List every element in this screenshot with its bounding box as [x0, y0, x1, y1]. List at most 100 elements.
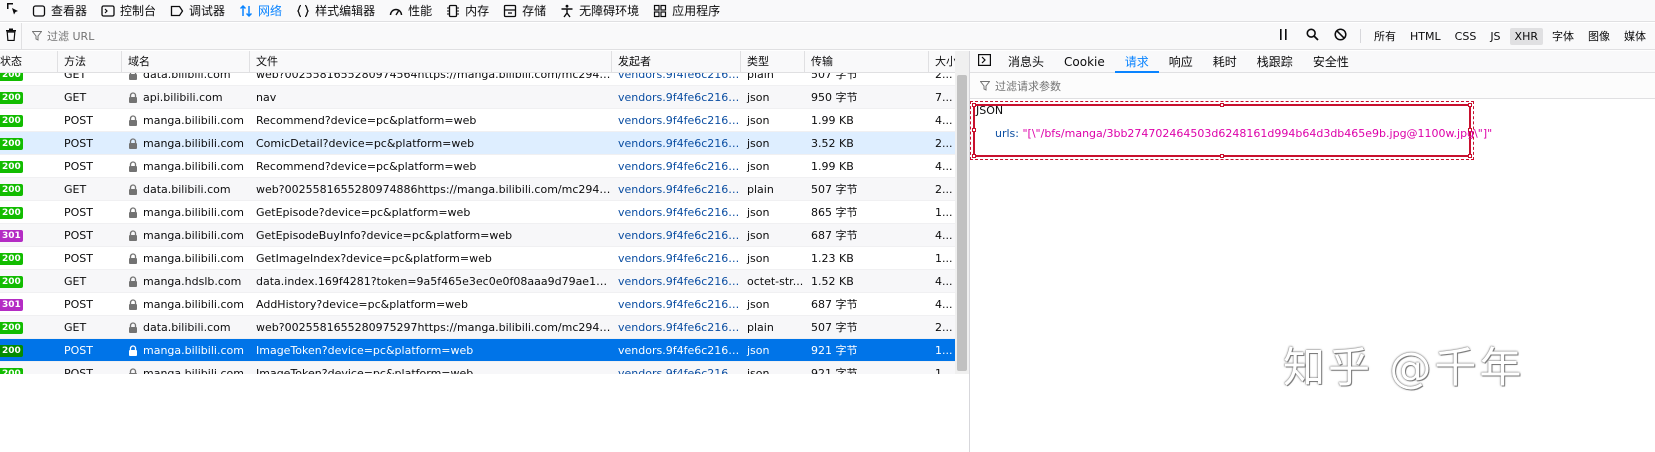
domain-cell: data.bilibili.com — [122, 178, 250, 201]
type-cell: json — [747, 251, 770, 265]
type-filter-button[interactable]: JS — [1485, 28, 1505, 45]
col-domain[interactable]: 域名 — [122, 51, 250, 73]
status-cell: 200 — [0, 86, 58, 109]
type-filter-button[interactable]: 图像 — [1583, 26, 1615, 46]
scrollbar-thumb[interactable] — [957, 75, 967, 371]
initiator-link[interactable]: vendors.9f4fe6c216.js:... — [612, 362, 741, 375]
pause-button[interactable] — [1270, 23, 1298, 50]
details-tab-list: 消息头 Cookie 请求 响应 耗时 栈跟踪 安全性 — [998, 51, 1359, 73]
details-tab[interactable]: 栈跟踪 — [1247, 51, 1303, 73]
tool-tab[interactable]: 应用程序 — [647, 0, 728, 22]
type-filter-button[interactable]: 字体 — [1547, 26, 1579, 46]
type-filter-button[interactable]: XHR — [1509, 27, 1543, 45]
initiator-link[interactable]: vendors.9f4fe6c216.js:... — [612, 73, 741, 86]
tool-tab[interactable]: 无障碍环境 — [554, 0, 647, 22]
type-cell: json — [747, 136, 770, 150]
col-initiator[interactable]: 发起者 — [612, 51, 741, 73]
tool-tab[interactable]: 调试器 — [164, 0, 233, 22]
file-cell: nav — [256, 90, 277, 104]
lock-icon — [128, 137, 138, 149]
tool-tab[interactable]: 网络 — [233, 0, 290, 22]
type-filter-button[interactable]: CSS — [1450, 28, 1482, 45]
initiator-link[interactable]: vendors.9f4fe6c216.js:... — [612, 178, 741, 201]
table-row[interactable]: 200 GET data.bilibili.com web?0025581655280… — [0, 178, 955, 201]
col-file[interactable]: 文件 — [250, 51, 612, 73]
type-filter-button[interactable]: 所有 — [1369, 26, 1401, 46]
domain-cell: data.bilibili.com — [122, 73, 250, 86]
table-row[interactable]: 301 POST manga.bilibili.com AddHistory?devi… — [0, 293, 955, 316]
table-row[interactable]: 200 POST manga.bilibili.com Recommend?devic… — [0, 109, 955, 132]
initiator-link[interactable]: vendors.9f4fe6c216.js:... — [612, 293, 741, 316]
details-tab[interactable]: 响应 — [1159, 51, 1203, 73]
type-cell: plain — [747, 320, 774, 334]
table-row[interactable]: 200 POST manga.bilibili.com ImageToken?devi… — [0, 362, 955, 374]
tool-tab[interactable]: 存储 — [497, 0, 554, 22]
json-entry[interactable]: urls: "[\"/bfs/manga/3bb274702464503d624… — [995, 127, 1492, 140]
domain-text: manga.hdslb.com — [143, 274, 242, 288]
element-picker-button[interactable] — [0, 0, 26, 22]
col-method[interactable]: 方法 — [58, 51, 122, 73]
table-row[interactable]: 200 POST manga.bilibili.com GetImageIndex?d… — [0, 247, 955, 270]
search-button[interactable] — [1298, 23, 1326, 50]
size-cell: 1... — [935, 343, 953, 357]
type-filter-button[interactable]: HTML — [1405, 28, 1446, 45]
transferred-cell: 1.23 KB — [811, 251, 854, 265]
tool-tab[interactable]: 性能 — [383, 0, 440, 22]
status-badge: 200 — [0, 114, 23, 127]
col-size[interactable]: 大小 — [929, 51, 955, 73]
initiator-link[interactable]: vendors.9f4fe6c216.js:... — [612, 339, 741, 362]
transferred-cell: 950 字节 — [811, 90, 858, 104]
block-button[interactable] — [1326, 23, 1354, 50]
initiator-link[interactable]: vendors.9f4fe6c216.js:... — [612, 86, 741, 109]
toggle-panel-button[interactable] — [970, 51, 998, 73]
details-tab[interactable]: 安全性 — [1303, 51, 1359, 73]
initiator-link[interactable]: vendors.9f4fe6c216.js:... — [612, 109, 741, 132]
col-type[interactable]: 类型 — [741, 51, 805, 73]
initiator-link[interactable]: vendors.9f4fe6c216.js:... — [612, 316, 741, 339]
status-cell: 200 — [0, 132, 58, 155]
col-transferred[interactable]: 传输 — [805, 51, 929, 73]
tool-tab-label: 无障碍环境 — [579, 4, 640, 18]
details-tab[interactable]: Cookie — [1054, 51, 1115, 73]
tool-tab[interactable]: 查看器 — [26, 0, 95, 22]
type-filter-button[interactable]: 媒体 — [1619, 26, 1651, 46]
table-scrollbar[interactable] — [955, 51, 969, 374]
table-row[interactable]: 200 GET data.bilibili.com web?0025581655280… — [0, 316, 955, 339]
table-row[interactable]: 200 POST manga.bilibili.com ImageToken?devi… — [0, 339, 955, 362]
details-tab[interactable]: 消息头 — [998, 51, 1054, 73]
type-cell: plain — [747, 73, 774, 81]
toolbar-separator — [1360, 29, 1362, 43]
details-tab[interactable]: 请求 — [1114, 51, 1159, 73]
initiator-link[interactable]: vendors.9f4fe6c216.js:... — [612, 270, 741, 293]
domain-text: manga.bilibili.com — [143, 366, 244, 375]
initiator-link[interactable]: vendors.9f4fe6c216.js:... — [612, 132, 741, 155]
table-row[interactable]: 200 POST manga.bilibili.com Recommend?devic… — [0, 155, 955, 178]
initiator-link[interactable]: vendors.9f4fe6c216.js:... — [612, 247, 741, 270]
table-row[interactable]: 200 GET api.bilibili.com nav vendors.9f4fe6c… — [0, 86, 955, 109]
clear-button[interactable] — [0, 22, 22, 50]
table-row[interactable]: 200 POST manga.bilibili.com ComicDetail?dev… — [0, 132, 955, 155]
details-tab[interactable]: 耗时 — [1203, 51, 1247, 73]
initiator-link[interactable]: vendors.9f4fe6c216.js:... — [612, 224, 741, 247]
table-row[interactable]: 301 POST manga.bilibili.com GetEpisodeBuyIn… — [0, 224, 955, 247]
initiator-link[interactable]: vendors.9f4fe6c216.js:... — [612, 155, 741, 178]
transferred-cell: 1.99 KB — [811, 113, 854, 127]
initiator-link[interactable]: vendors.9f4fe6c216.js:... — [612, 201, 741, 224]
tool-tab[interactable]: 控制台 — [95, 0, 164, 22]
status-cell: 200 — [0, 339, 58, 362]
request-param-filter[interactable]: 过滤请求参数 — [970, 73, 1655, 99]
tool-tab[interactable]: 内存 — [440, 0, 497, 22]
status-cell: 200 — [0, 109, 58, 132]
box-handle — [972, 154, 976, 158]
status-cell: 200 — [0, 270, 58, 293]
table-row[interactable]: 200 POST manga.bilibili.com GetEpisode?devi… — [0, 201, 955, 224]
table-row[interactable]: 200 GET data.bilibili.com web?0025581655280… — [0, 73, 955, 86]
col-status[interactable]: 状态 — [0, 51, 58, 73]
table-row[interactable]: 200 GET manga.hdslb.com data.index.169f4281… — [0, 270, 955, 293]
domain-cell: manga.bilibili.com — [122, 201, 250, 224]
file-cell: web?002558165528097529​7https://manga.bi… — [256, 320, 612, 334]
tool-tab[interactable]: 样式编辑器 — [290, 0, 383, 22]
method-cell: POST — [64, 297, 93, 311]
url-filter-input[interactable]: 过滤 URL — [22, 23, 1270, 50]
transferred-cell: 507 字节 — [811, 182, 858, 196]
